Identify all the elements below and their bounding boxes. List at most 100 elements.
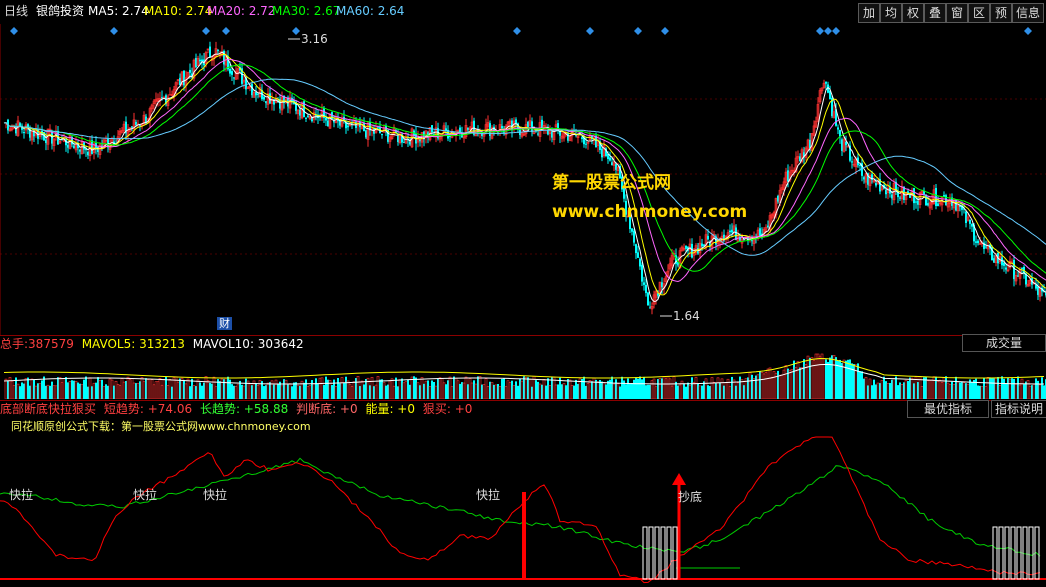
average-button[interactable]: 均 [880,3,902,23]
volume-bar [886,383,890,399]
candle-body [233,77,235,79]
volume-bar [176,381,180,399]
volume-bar [211,383,213,399]
volume-bar [428,386,432,399]
signal-diamond [513,27,521,35]
volume-bar [575,379,577,399]
volume-bar [154,381,158,399]
volume-bar [291,386,293,399]
volume-bar [236,384,240,399]
signal-diamond [824,27,832,35]
volume-bar [16,383,20,399]
volume-bar [379,379,381,399]
volume-bar [186,378,190,399]
volume-bar [10,380,14,399]
volume-bar [501,379,503,399]
volume-bar [1001,376,1003,399]
volume-bar [973,380,975,399]
candle-body [759,228,761,237]
volume-bar [146,379,150,399]
candle-body [19,123,21,127]
candle-body [325,117,327,121]
volume-bar [142,381,146,399]
candle-body [73,145,75,149]
mavol5-label: MAVOL5: 313213 [81,337,185,351]
volume-bar [231,384,233,399]
volume-bar [857,363,859,399]
volume-bar [136,383,140,399]
volume-bar [54,385,58,399]
volume-bar [868,378,872,399]
best-indicator-button[interactable]: 最优指标 [907,400,989,418]
volume-bar [180,377,184,399]
volume-bar [172,377,176,399]
volume-bar [923,377,925,399]
bottom-signal-bar [1010,526,1016,580]
rights-button[interactable]: 权 [902,3,924,23]
volume-bar [557,384,559,399]
volume-bar [343,382,345,399]
volume-bar [165,376,167,399]
candle-body [139,125,141,127]
volume-bar [71,380,73,399]
volume-selector[interactable]: 成交量 [962,334,1046,352]
volume-chart[interactable] [0,352,1046,399]
volume-bar [263,386,265,399]
overlay-button[interactable]: 叠 [924,3,946,23]
volume-bar [38,383,42,399]
window-button[interactable]: 窗 [946,3,968,23]
indicator-help-button[interactable]: 指标说明 [991,400,1046,418]
ma10-label: MA10: 2.74 [144,4,213,18]
volume-bar [962,382,966,399]
volume-bar [688,385,692,399]
volume-bar [596,381,600,399]
volume-bar [74,381,78,399]
volume-bar [994,377,998,399]
bottom-signal-bar [1004,526,1010,580]
volume-bar [77,382,79,399]
candle-body [559,131,561,136]
volume-bar [242,385,246,399]
candle-body [581,137,583,139]
volume-bar [627,378,629,399]
volume-bar [128,379,132,399]
volume-bar [616,383,620,399]
period-label[interactable]: 日线 [4,4,28,18]
volume-bar [889,383,891,399]
candle-body [183,70,185,86]
candle-body [1005,267,1007,270]
volume-bar [450,386,454,399]
volume-bar [752,378,756,399]
volume-bar [464,376,468,399]
volume-bar [883,376,885,399]
volume-bar [910,377,914,399]
volume-bar [68,381,72,399]
volume-bar [1028,385,1032,399]
volume-bar [189,386,191,399]
info-button[interactable]: 信息 [1012,3,1044,23]
volume-bar [948,384,952,399]
range-button[interactable]: 区 [968,3,990,23]
long-trend-label: 长趋势: +58.88 [199,402,289,416]
volume-bar [98,380,102,399]
candlestick-chart[interactable] [0,24,1046,336]
volume-bar [337,377,339,399]
volume-bar [635,377,637,399]
indicator-chart[interactable]: 快拉 快拉 快拉 快拉 抄底 [0,435,1046,587]
add-button[interactable]: 加 [858,3,880,23]
volume-bar [1005,383,1007,399]
volume-bar [827,361,829,399]
energy-label: 能量: +0 [365,402,416,416]
volume-bar [171,386,173,399]
volume-bar [293,382,295,399]
volume-bar [959,382,961,399]
volume-bar [4,378,8,399]
volume-bar [97,377,99,399]
candle-body [209,46,211,58]
volume-bar [694,376,698,399]
volume-bar [398,379,402,399]
volume-bar [284,379,288,399]
volume-bar [150,379,154,399]
finance-marker[interactable]: 财 [217,317,232,330]
forecast-button[interactable]: 预 [990,3,1012,23]
